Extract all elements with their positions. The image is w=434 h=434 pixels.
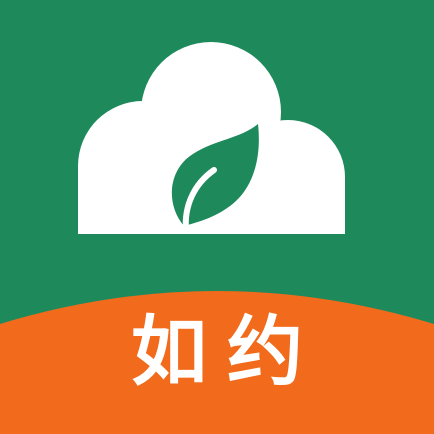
app-icon: 如约 xyxy=(0,0,434,434)
brand-name: 如约 xyxy=(131,307,323,396)
